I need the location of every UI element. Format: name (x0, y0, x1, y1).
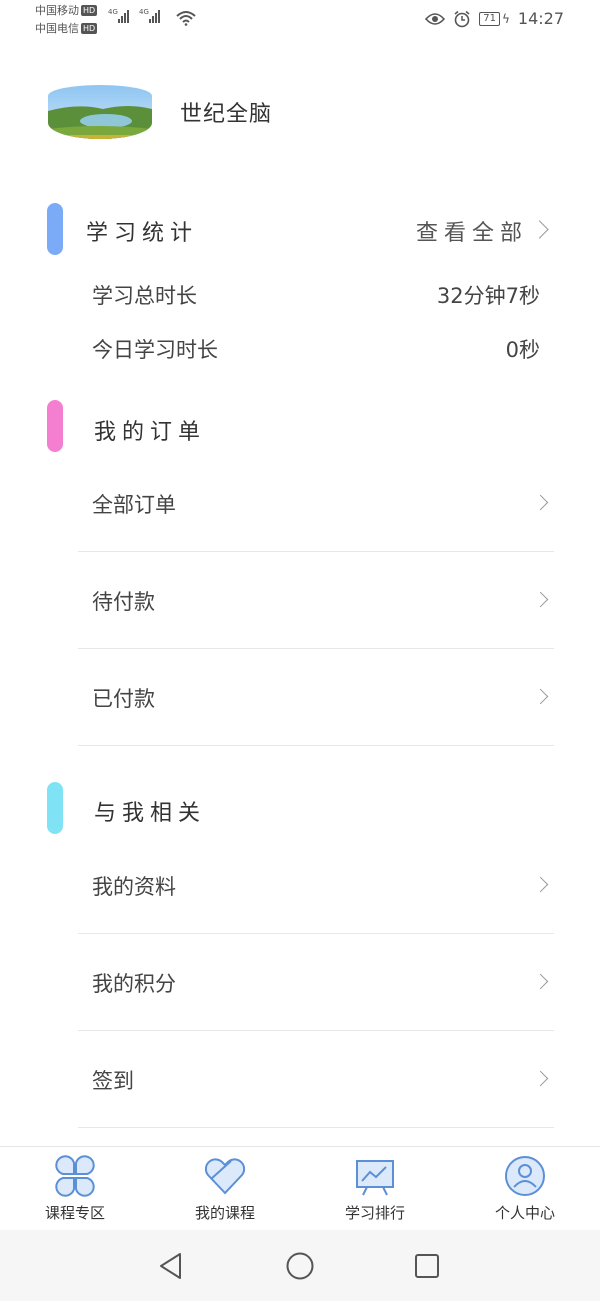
back-icon[interactable] (158, 1252, 184, 1280)
signal-icon: 4G (139, 8, 160, 23)
person-icon (505, 1156, 545, 1196)
chart-board-icon (356, 1160, 394, 1196)
related-title: 与我相关 (94, 801, 207, 826)
tab-my-courses[interactable]: 我的课程 (150, 1147, 300, 1229)
study-stats-title: 学习统计 (86, 221, 199, 246)
signal-icon: 4G (108, 8, 129, 23)
status-bar: 中国移动 HD 中国电信 HD 4G 4G 71 ϟ 14:27 (0, 0, 600, 44)
tab-course-zone[interactable]: 课程专区 (0, 1147, 150, 1229)
chevron-right-icon (532, 688, 549, 705)
see-all-link[interactable]: 查看全部 (416, 215, 528, 247)
order-row-unpaid[interactable]: 待付款 (78, 552, 554, 649)
chevron-right-icon (532, 494, 549, 511)
section-marker-related (47, 782, 63, 834)
recent-apps-icon[interactable] (413, 1252, 441, 1280)
chevron-right-icon (532, 1070, 549, 1087)
order-row-label: 全部订单 (92, 493, 176, 517)
tab-label: 课程专区 (44, 1204, 105, 1222)
heart-tag-icon (204, 1158, 246, 1195)
related-row-label: 我的积分 (92, 972, 176, 996)
chevron-right-icon (532, 591, 549, 608)
related-row-checkin[interactable]: 签到 (78, 1031, 554, 1128)
home-icon[interactable] (285, 1251, 315, 1281)
related-row-label: 我的资料 (92, 875, 176, 899)
tab-label: 我的课程 (194, 1204, 255, 1222)
today-study-time-label: 今日学习时长 (92, 338, 218, 362)
order-row-label: 已付款 (92, 687, 155, 711)
alarm-icon (454, 10, 470, 27)
section-marker-orders (47, 400, 63, 452)
bottom-tab-bar: 课程专区 我的课程 学习排行 个人中心 (0, 1146, 600, 1229)
today-study-time-value: 0秒 (505, 338, 540, 362)
orders-title: 我的订单 (94, 420, 207, 445)
chevron-right-icon[interactable] (530, 220, 549, 239)
signal-icons: 4G 4G (108, 8, 160, 23)
eye-icon (425, 12, 446, 25)
order-row-label: 待付款 (92, 590, 155, 614)
clock-time: 14:27 (517, 9, 564, 28)
system-nav-bar (0, 1230, 600, 1301)
tab-ranking[interactable]: 学习排行 (300, 1147, 450, 1229)
tab-label: 学习排行 (344, 1204, 405, 1222)
charging-icon: ϟ (501, 11, 510, 26)
clover-grid-icon (55, 1155, 95, 1197)
tab-personal-center[interactable]: 个人中心 (450, 1147, 600, 1229)
section-marker-study (47, 203, 63, 255)
username[interactable]: 世纪全脑 (180, 96, 272, 128)
total-study-time-value: 32分钟7秒 (436, 284, 540, 308)
order-row-paid[interactable]: 已付款 (78, 649, 554, 746)
tab-label: 个人中心 (494, 1204, 555, 1222)
related-row-label: 签到 (92, 1069, 134, 1093)
chevron-right-icon (532, 876, 549, 893)
avatar[interactable] (48, 85, 152, 139)
status-right: 71 ϟ 14:27 (425, 9, 564, 28)
total-study-time-label: 学习总时长 (92, 284, 197, 308)
battery-icon: 71 (479, 11, 500, 26)
carrier-2: 中国电信 HD (35, 22, 98, 35)
carrier-1: 中国移动 HD (35, 4, 98, 17)
related-row-profile[interactable]: 我的资料 (78, 837, 554, 934)
related-row-points[interactable]: 我的积分 (78, 934, 554, 1031)
chevron-right-icon (532, 973, 549, 990)
order-row-all[interactable]: 全部订单 (78, 455, 554, 552)
wifi-icon (176, 11, 196, 26)
